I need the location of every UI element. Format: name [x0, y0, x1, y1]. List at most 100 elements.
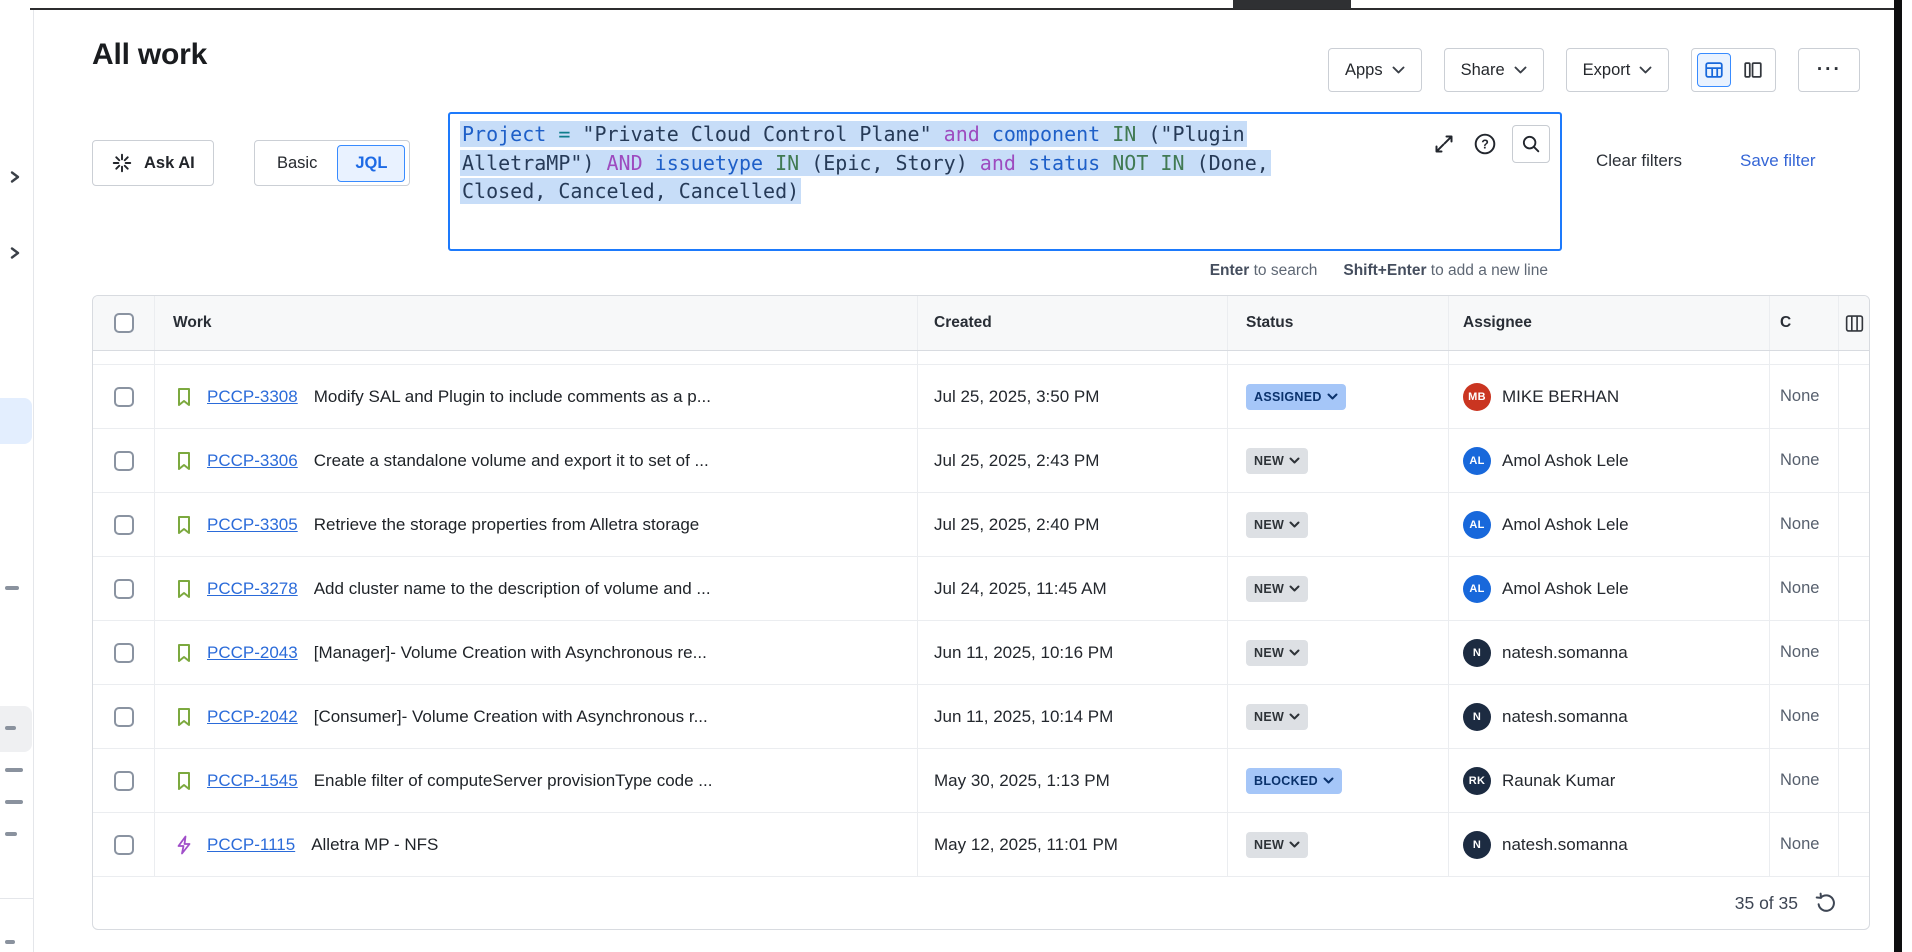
run-search-button[interactable] [1512, 125, 1550, 163]
table-row[interactable]: PCCP-2042 [Consumer]- Volume Creation wit… [93, 685, 1869, 749]
table-row[interactable]: PCCP-3308 Modify SAL and Plugin to includ… [93, 365, 1869, 429]
chevron-right-icon[interactable] [8, 170, 22, 184]
row-checkbox[interactable] [114, 835, 134, 855]
row-checkbox[interactable] [114, 579, 134, 599]
column-header-assignee[interactable]: Assignee [1449, 296, 1770, 350]
status-dropdown[interactable]: NEW [1246, 576, 1308, 602]
ask-ai-label: Ask AI [144, 154, 195, 173]
avatar-initials: AL [1469, 455, 1484, 467]
issue-key-link[interactable]: PCCP-3306 [207, 451, 298, 471]
jql-editor[interactable]: Project = "Private Cloud Control Plane" … [448, 112, 1562, 251]
c-column-cell: None [1770, 557, 1839, 620]
status-dropdown[interactable]: ASSIGNED [1246, 384, 1346, 410]
window-right-edge [1894, 0, 1902, 952]
refresh-icon [1814, 891, 1838, 915]
detail-view-toggle[interactable] [1736, 53, 1770, 87]
created-value: Jul 25, 2025, 2:40 PM [934, 515, 1099, 535]
row-gutter [1839, 365, 1869, 428]
jql-mode-button[interactable]: JQL [337, 145, 405, 182]
more-actions-button[interactable]: ··· [1798, 48, 1860, 92]
issue-summary: Modify SAL and Plugin to include comment… [314, 387, 711, 407]
c-column-cell: None [1770, 813, 1839, 876]
row-checkbox[interactable] [114, 515, 134, 535]
assignee-name: natesh.somanna [1502, 707, 1628, 727]
row-checkbox[interactable] [114, 643, 134, 663]
issue-summary: [Consumer]- Volume Creation with Asynchr… [314, 707, 708, 727]
ask-ai-button[interactable]: Ask AI [92, 140, 214, 186]
table-view-toggle[interactable] [1697, 53, 1731, 87]
column-settings-cell [1839, 296, 1869, 350]
window-top-edge [30, 8, 1894, 10]
sidebar-item-fragment [5, 726, 16, 730]
refresh-button[interactable] [1813, 890, 1839, 916]
issue-key-link[interactable]: PCCP-2043 [207, 643, 298, 663]
row-checkbox[interactable] [114, 707, 134, 727]
row-gutter [1839, 429, 1869, 492]
avatar: AL [1463, 575, 1491, 603]
table-header: Work Created Status Assignee C [93, 296, 1869, 351]
column-header-status[interactable]: Status [1228, 296, 1449, 350]
avatar-initials: N [1473, 839, 1481, 851]
column-header-label: Status [1246, 314, 1293, 332]
table-row[interactable]: PCCP-1115Alletra MP - NFSMay 12, 2025, 1… [93, 813, 1869, 877]
status-dropdown[interactable]: NEW [1246, 832, 1308, 858]
row-checkbox[interactable] [114, 387, 134, 407]
jql-token: IN [1112, 122, 1148, 146]
basic-mode-button[interactable]: Basic [259, 154, 335, 173]
column-header-c-truncated[interactable]: C [1770, 296, 1839, 350]
issue-key-link[interactable]: PCCP-3278 [207, 579, 298, 599]
row-checkbox[interactable] [114, 451, 134, 471]
c-column-cell: None [1770, 429, 1839, 492]
row-checkbox[interactable] [114, 771, 134, 791]
table-row[interactable]: PCCP-3305 Retrieve the storage properties… [93, 493, 1869, 557]
question-circle-icon: ? [1472, 131, 1498, 157]
table-row[interactable]: PCCP-3278Add cluster name to the descrip… [93, 557, 1869, 621]
issue-key-link[interactable]: PCCP-1115 [207, 835, 295, 855]
status-dropdown[interactable]: NEW [1246, 448, 1308, 474]
created-cell: May 30, 2025, 1:13 PM [918, 749, 1228, 812]
jql-line: Closed, Canceled, Cancelled) [460, 177, 1271, 206]
export-button[interactable]: Export [1566, 48, 1670, 92]
select-all-checkbox[interactable] [114, 313, 134, 333]
chevron-right-icon[interactable] [8, 246, 22, 260]
expand-editor-button[interactable] [1430, 130, 1458, 158]
header-actions: Apps Share Export ··· [1328, 48, 1860, 92]
created-value: Jul 25, 2025, 2:43 PM [934, 451, 1099, 471]
table-row[interactable]: PCCP-3306Create a standalone volume and … [93, 429, 1869, 493]
syntax-help-button[interactable]: ? [1471, 130, 1499, 158]
avatar: RK [1463, 767, 1491, 795]
sidebar-item-selected[interactable] [0, 398, 32, 444]
issue-summary: Retrieve the storage properties from All… [314, 515, 700, 535]
issue-key-link[interactable]: PCCP-2042 [207, 707, 298, 727]
table-row[interactable]: PCCP-1545Enable filter of computeServer … [93, 749, 1869, 813]
chevron-down-icon [1514, 66, 1527, 74]
column-header-label: Created [934, 314, 992, 332]
c-column-value: None [1780, 451, 1819, 470]
ellipsis-icon: ··· [1817, 59, 1842, 81]
table-footer: 35 of 35 [93, 877, 1869, 929]
issue-key-link[interactable]: PCCP-3305 [207, 515, 298, 535]
column-header-work[interactable]: Work [155, 296, 918, 350]
status-dropdown[interactable]: BLOCKED [1246, 768, 1342, 794]
jql-query-text: Project = "Private Cloud Control Plane" … [460, 120, 1271, 206]
column-header-created[interactable]: Created [918, 296, 1228, 350]
apps-button[interactable]: Apps [1328, 48, 1422, 92]
status-dropdown[interactable]: NEW [1246, 512, 1308, 538]
side-panel-icon [1742, 59, 1764, 81]
status-dropdown[interactable]: NEW [1246, 704, 1308, 730]
issue-key-link[interactable]: PCCP-3308 [207, 387, 298, 407]
table-row[interactable]: PCCP-2043[Manager]- Volume Creation with… [93, 621, 1869, 685]
status-cell: NEW [1228, 685, 1449, 748]
columns-config-icon[interactable] [1843, 312, 1866, 335]
jql-line: AlletraMP") AND issuetype IN (Epic, Stor… [460, 149, 1271, 178]
status-dropdown[interactable]: NEW [1246, 640, 1308, 666]
jql-token: ("Plugin [1148, 122, 1244, 146]
avatar-initials: AL [1469, 583, 1484, 595]
status-label: ASSIGNED [1254, 390, 1322, 404]
save-filter-link[interactable]: Save filter [1740, 151, 1816, 171]
clear-filters-button[interactable]: Clear filters [1596, 151, 1682, 171]
share-button[interactable]: Share [1444, 48, 1544, 92]
issue-key-link[interactable]: PCCP-1545 [207, 771, 298, 791]
jql-token: IN [775, 151, 811, 175]
created-value: Jul 24, 2025, 11:45 AM [934, 579, 1107, 599]
